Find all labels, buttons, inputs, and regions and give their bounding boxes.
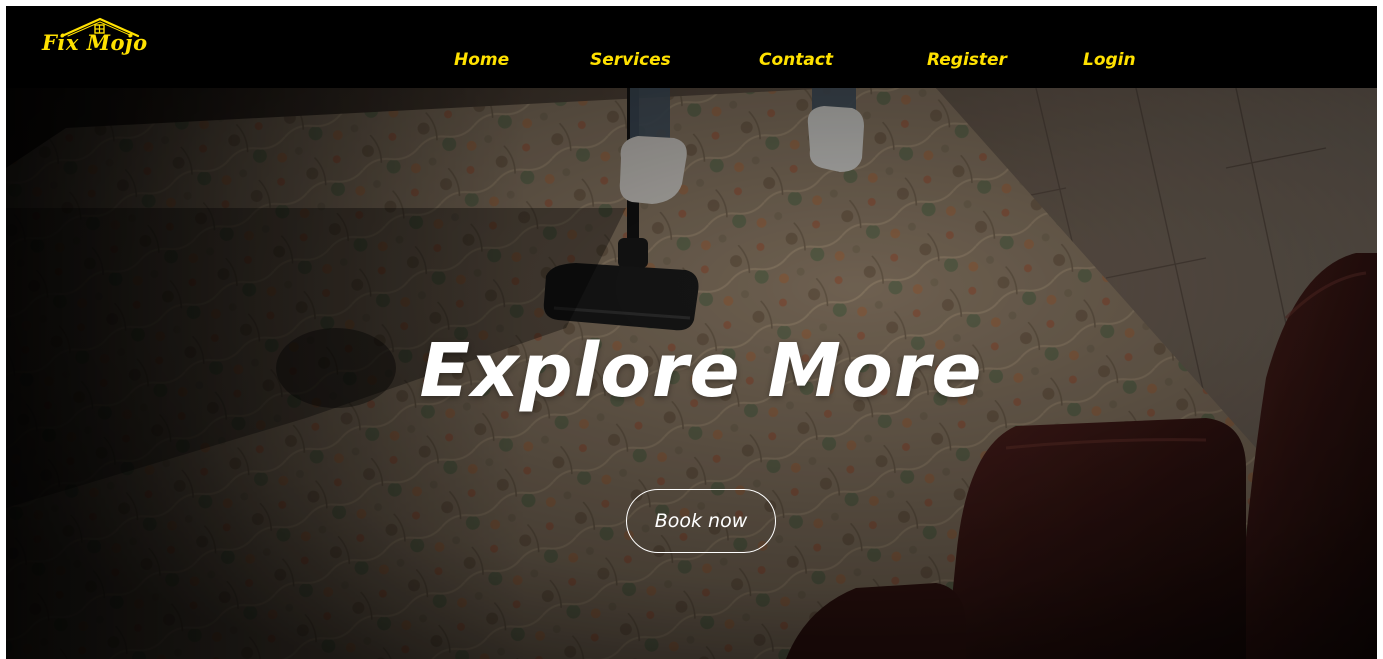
- hero-title: Explore More: [419, 328, 983, 414]
- nav-contact[interactable]: Contact: [759, 50, 833, 70]
- page-frame: Fix Mojo Home Services Contact Register …: [6, 6, 1377, 659]
- nav-home[interactable]: Home: [454, 50, 509, 70]
- book-now-button[interactable]: Book now: [626, 489, 776, 553]
- brand-logo[interactable]: Fix Mojo: [40, 16, 185, 60]
- nav-services[interactable]: Services: [590, 50, 671, 70]
- nav-register[interactable]: Register: [927, 50, 1007, 70]
- hero-section: Explore More Book now: [6, 88, 1377, 659]
- nav-login[interactable]: Login: [1083, 50, 1136, 70]
- brand-name: Fix Mojo: [42, 30, 148, 55]
- top-navbar: Fix Mojo Home Services Contact Register …: [6, 6, 1377, 88]
